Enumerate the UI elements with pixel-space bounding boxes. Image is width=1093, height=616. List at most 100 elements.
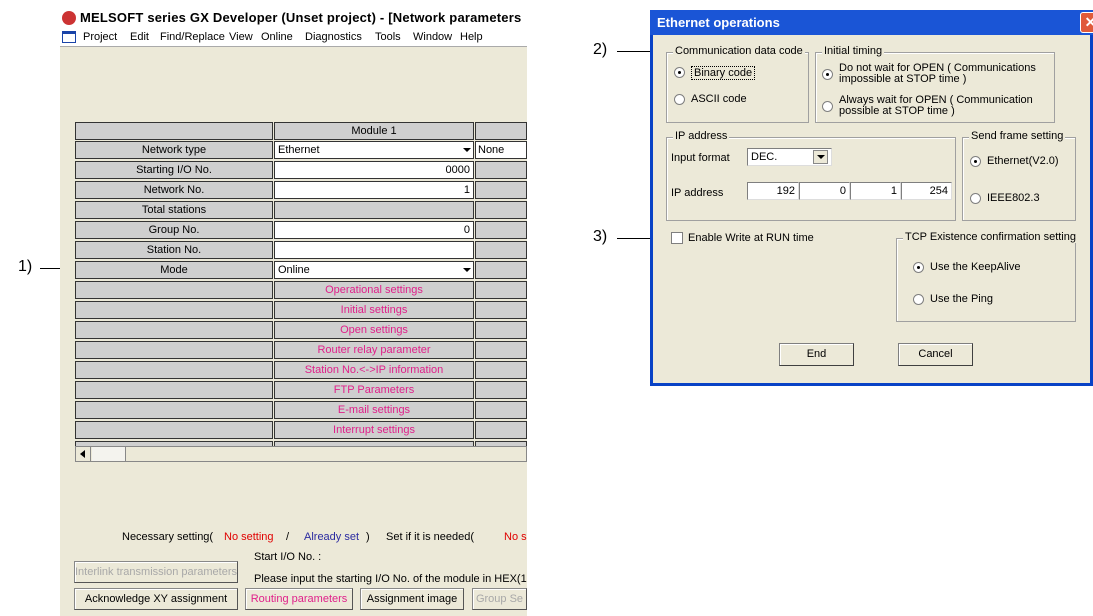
grid-row: Total stations [75, 201, 527, 219]
grid-module-2-cell [475, 201, 527, 219]
comm-data-code-group: Communication data code [666, 45, 809, 123]
menu-view[interactable]: View [229, 28, 253, 46]
grid-cell-text: FTP Parameters [333, 384, 415, 396]
legend-already-set: Already set [304, 531, 360, 543]
grid-row-value[interactable]: 0000 [274, 161, 474, 179]
grid-row: Initial settings [75, 301, 527, 319]
grid-row-label [75, 281, 273, 299]
grid-settings-button[interactable]: Initial settings [274, 301, 474, 319]
legend-no-s: No s [504, 531, 527, 543]
assignment-image-button[interactable]: Assignment image [360, 588, 464, 610]
close-icon[interactable]: ✕ [1080, 12, 1093, 33]
grid-cell-text: 0000 [445, 164, 470, 176]
grid-cell-text: Operational settings [325, 284, 423, 296]
grid-row-value[interactable]: 1 [274, 181, 474, 199]
keepalive-label: Use the KeepAlive [930, 261, 1021, 273]
callout-1: 1) [18, 258, 33, 275]
grid-row-label: Station No. [75, 241, 273, 259]
grid-settings-button[interactable]: Router relay parameter [274, 341, 474, 359]
menu-window[interactable]: Window [413, 28, 452, 46]
ip-octet-3[interactable]: 1 [850, 182, 901, 200]
grid-row: Network No. 1 [75, 181, 527, 199]
legend-no-setting: No setting [224, 531, 274, 543]
grid-row: Station No. [75, 241, 527, 259]
gx-developer-window: MELSOFT series GX Developer (Unset proje… [60, 8, 527, 616]
menu-edit[interactable]: Edit [130, 28, 149, 46]
input-format-label: Input format [671, 152, 730, 164]
interlink-transmission-button[interactable]: Interlink transmission parameters [74, 561, 238, 583]
grid-row-label [75, 381, 273, 399]
mdi-window-icon[interactable] [62, 31, 76, 43]
chevron-down-icon[interactable] [463, 268, 471, 272]
grid-row-label: Total stations [75, 201, 273, 219]
ip-address-legend: IP address [673, 130, 730, 142]
grid-horizontal-scrollbar[interactable] [75, 446, 527, 462]
grid-row: Interrupt settings [75, 421, 527, 439]
menu-online[interactable]: Online [261, 28, 293, 46]
grid-settings-button[interactable]: Operational settings [274, 281, 474, 299]
legend-close-paren: ) [366, 531, 370, 543]
scroll-thumb[interactable] [92, 447, 126, 461]
menu-project[interactable]: Project [83, 28, 117, 46]
menu-find-replace[interactable]: Find/Replace [160, 28, 225, 46]
ip-octet-1[interactable]: 192 [747, 182, 799, 200]
acknowledge-xy-button[interactable]: Acknowledge XY assignment [74, 588, 238, 610]
initial-timing-legend: Initial timing [822, 45, 885, 57]
grid-row-label [75, 321, 273, 339]
grid-row-value[interactable]: Online [274, 261, 474, 279]
grid-module-2-cell [475, 301, 527, 319]
start-io-label: Start I/O No. : [254, 551, 322, 563]
grid-cell-text: Ethernet [278, 144, 320, 156]
menu-tools[interactable]: Tools [375, 28, 401, 46]
grid-module-2-cell [475, 321, 527, 339]
always-wait-open-label: Always wait for OPEN ( Communication pos… [839, 94, 1033, 117]
grid-row: E-mail settings [75, 401, 527, 419]
scroll-left-button[interactable] [76, 447, 91, 461]
grid-cell-text: Station No.<->IP information [304, 364, 444, 376]
grid-row: FTP Parameters [75, 381, 527, 399]
legend-slash: / [286, 531, 290, 543]
melsoft-app-icon [62, 11, 76, 25]
enable-write-run-checkbox[interactable] [671, 232, 683, 244]
ethernet-v2-label: Ethernet(V2.0) [987, 155, 1059, 167]
do-not-wait-open-label: Do not wait for OPEN ( Communications im… [839, 62, 1036, 85]
grid-row-label [75, 421, 273, 439]
grid-settings-button[interactable]: Station No.<->IP information [274, 361, 474, 379]
grid-cell-text: E-mail settings [337, 404, 411, 416]
grid-module-2-cell[interactable]: None [475, 141, 527, 159]
grid-row: Network type Ethernet None [75, 141, 527, 159]
grid-row-label: Network type [75, 141, 273, 159]
grid-settings-button[interactable]: Interrupt settings [274, 421, 474, 439]
grid-settings-button[interactable]: FTP Parameters [274, 381, 474, 399]
cancel-button[interactable]: Cancel [898, 343, 973, 366]
group-settings-button[interactable]: Group Se [472, 588, 527, 610]
chevron-down-icon[interactable] [813, 150, 828, 164]
grid-header-row: Module 1 [75, 122, 527, 140]
grid-row-value[interactable]: Ethernet [274, 141, 474, 159]
tcp-existence-legend: TCP Existence confirmation setting [903, 231, 1078, 243]
grid-settings-button[interactable]: Open settings [274, 321, 474, 339]
ip-octet-4[interactable]: 254 [901, 182, 952, 200]
grid-row-value[interactable] [274, 241, 474, 259]
grid-row-value[interactable]: 0 [274, 221, 474, 239]
grid-row-label: Network No. [75, 181, 273, 199]
menu-separator [60, 46, 527, 47]
routing-parameters-button[interactable]: Routing parameters [245, 588, 353, 610]
ip-octet-2[interactable]: 0 [799, 182, 850, 200]
menu-help[interactable]: Help [460, 28, 483, 46]
dialog-title: Ethernet operations [650, 10, 1093, 35]
grid-module-2-cell [475, 361, 527, 379]
grid-row: Open settings [75, 321, 527, 339]
enable-write-run-label: Enable Write at RUN time [688, 232, 814, 244]
grid-cell-text: Interrupt settings [333, 424, 415, 436]
grid-row: Starting I/O No. 0000 [75, 161, 527, 179]
end-button[interactable]: End [779, 343, 854, 366]
grid-row-value [274, 201, 474, 219]
grid-settings-button[interactable]: E-mail settings [274, 401, 474, 419]
ascii-code-label: ASCII code [691, 93, 747, 105]
chevron-down-icon[interactable] [463, 148, 471, 152]
grid-module-2-cell [475, 181, 527, 199]
grid-row-label [75, 401, 273, 419]
menu-diagnostics[interactable]: Diagnostics [305, 28, 362, 46]
grid-cell-text: Initial settings [340, 304, 408, 316]
